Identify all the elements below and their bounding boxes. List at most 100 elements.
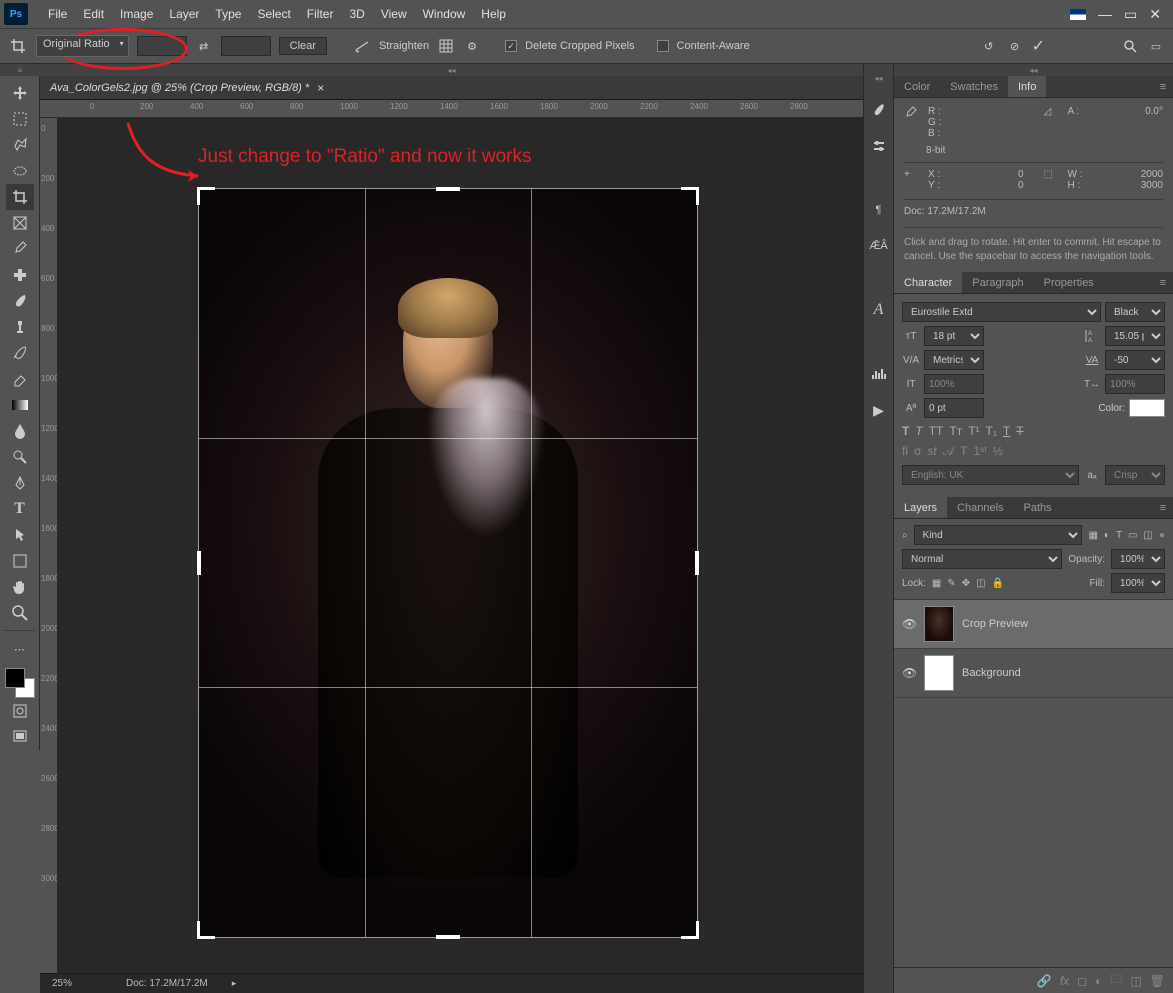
brush-tool[interactable] <box>6 288 34 314</box>
blur-tool[interactable] <box>6 418 34 444</box>
tab-character[interactable]: Character <box>894 272 962 293</box>
filter-shape-icon[interactable]: ▭ <box>1128 530 1137 541</box>
allcaps-button[interactable]: TT <box>929 424 944 438</box>
play-icon[interactable]: ▶ <box>869 400 889 420</box>
leading-input[interactable]: 15.05 pt <box>1105 326 1165 346</box>
lock-pixels-icon[interactable]: ▦ <box>932 578 941 589</box>
visibility-toggle-icon[interactable]: 👁 <box>902 617 916 631</box>
blend-mode-select[interactable]: Normal <box>902 549 1062 569</box>
layer-row[interactable]: 👁 Crop Preview <box>894 600 1173 649</box>
cancel-crop-icon[interactable]: ⊘ <box>1006 37 1024 55</box>
tracking-input[interactable]: -50 <box>1105 350 1165 370</box>
lock-all-icon[interactable]: 🔒 <box>992 578 1004 589</box>
layer-filter-select[interactable]: Kind <box>914 525 1083 545</box>
straighten-label[interactable]: Straighten <box>379 40 429 52</box>
titling-button[interactable]: T <box>960 444 967 459</box>
frame-tool[interactable] <box>6 210 34 236</box>
brushes-panel-icon[interactable] <box>869 100 889 120</box>
fractions-button[interactable]: ½ <box>993 444 1003 459</box>
delete-layer-icon[interactable]: 🗑 <box>1150 974 1165 988</box>
pen-tool[interactable] <box>6 470 34 496</box>
kerning-input[interactable]: Metrics <box>924 350 984 370</box>
reset-crop-icon[interactable]: ↺ <box>980 37 998 55</box>
tab-info[interactable]: Info <box>1008 76 1046 97</box>
antialiasing-select[interactable]: Crisp <box>1105 465 1165 485</box>
text-color-swatch[interactable] <box>1129 399 1165 417</box>
eyedropper-tool[interactable] <box>6 236 34 262</box>
swash-button[interactable]: 𝒜 <box>943 444 954 459</box>
menu-file[interactable]: File <box>40 7 75 21</box>
edit-toolbar-icon[interactable]: ⋯ <box>6 636 34 662</box>
shape-tool[interactable] <box>6 548 34 574</box>
canvas[interactable]: Just change to "Ratio" and now it works <box>58 118 863 973</box>
menu-image[interactable]: Image <box>112 7 161 21</box>
overlay-grid-icon[interactable] <box>437 37 455 55</box>
lock-artboard-icon[interactable]: ◫ <box>976 578 985 589</box>
menu-type[interactable]: Type <box>207 7 249 21</box>
bold-button[interactable]: T <box>902 424 909 438</box>
filter-pixel-icon[interactable]: ▦ <box>1088 530 1097 541</box>
swap-dimensions-icon[interactable]: ⇄ <box>195 37 213 55</box>
tab-properties[interactable]: Properties <box>1034 272 1104 293</box>
paragraph-panel-icon[interactable]: ¶ <box>869 200 889 220</box>
path-select-tool[interactable] <box>6 522 34 548</box>
eraser-tool[interactable] <box>6 366 34 392</box>
zoom-tool[interactable] <box>6 600 34 626</box>
menu-3d[interactable]: 3D <box>341 7 372 21</box>
ordinals-button[interactable]: 1ˢᵗ <box>973 444 986 459</box>
tab-channels[interactable]: Channels <box>947 497 1013 518</box>
filter-type-icon[interactable]: T <box>1116 530 1122 541</box>
visibility-toggle-icon[interactable]: 👁 <box>902 666 916 680</box>
crop-settings-icon[interactable]: ⚙ <box>463 37 481 55</box>
quick-select-tool[interactable] <box>6 158 34 184</box>
status-chevron-icon[interactable]: ▸ <box>232 978 237 989</box>
layer-row[interactable]: 👁 Background <box>894 649 1173 698</box>
layer-thumbnail[interactable] <box>924 655 954 691</box>
new-layer-icon[interactable]: ◫ <box>1130 974 1141 988</box>
search-icon[interactable] <box>1121 37 1139 55</box>
layer-mask-icon[interactable]: ◻ <box>1077 974 1087 988</box>
brush-settings-panel-icon[interactable] <box>869 136 889 156</box>
smallcaps-button[interactable]: Tᴛ <box>949 424 962 438</box>
restore-button[interactable]: ▭ <box>1124 6 1137 23</box>
tab-color[interactable]: Color <box>894 76 940 97</box>
font-size-input[interactable]: 18 pt <box>924 326 984 346</box>
history-brush-tool[interactable] <box>6 340 34 366</box>
commit-crop-icon[interactable]: ✓ <box>1032 36 1045 56</box>
menu-edit[interactable]: Edit <box>75 7 112 21</box>
stamp-tool[interactable] <box>6 314 34 340</box>
delete-cropped-checkbox[interactable]: ✓ <box>505 40 517 52</box>
layer-name[interactable]: Crop Preview <box>962 618 1028 630</box>
close-document-icon[interactable]: × <box>317 81 324 95</box>
panels-grip[interactable]: ◂◂ <box>894 64 1173 76</box>
fg-color-swatch[interactable] <box>5 668 25 688</box>
document-tab[interactable]: Ava_ColorGels2.jpg @ 25% (Crop Preview, … <box>40 76 334 99</box>
underline-button[interactable]: T <box>1003 424 1010 438</box>
stylistic-button[interactable]: st <box>927 444 936 459</box>
vscale-input[interactable] <box>924 374 984 394</box>
adjustment-layer-icon[interactable]: ◐ <box>1095 974 1102 988</box>
font-family-select[interactable]: Eurostile Extd <box>902 302 1101 322</box>
glyphs-panel-icon[interactable]: ǢÂ <box>869 236 889 256</box>
hscale-input[interactable] <box>1105 374 1165 394</box>
histogram-panel-icon[interactable] <box>869 364 889 384</box>
tab-layers[interactable]: Layers <box>894 497 947 518</box>
share-icon[interactable]: ▭ <box>1147 37 1165 55</box>
healing-tool[interactable] <box>6 262 34 288</box>
filter-toggle-icon[interactable]: ● <box>1159 530 1165 541</box>
opacity-input[interactable]: 100% <box>1111 549 1165 569</box>
straighten-icon[interactable] <box>353 37 371 55</box>
layer-thumbnail[interactable] <box>924 606 954 642</box>
layer-name[interactable]: Background <box>962 667 1021 679</box>
minimize-button[interactable]: — <box>1098 6 1112 22</box>
menu-window[interactable]: Window <box>415 7 474 21</box>
close-button[interactable]: ✕ <box>1149 6 1161 23</box>
crop-preset-select[interactable]: Original Ratio ▾ <box>36 35 129 57</box>
clear-button[interactable]: Clear <box>279 37 327 55</box>
menu-filter[interactable]: Filter <box>299 7 342 21</box>
ligature-fi-button[interactable]: fi <box>902 444 908 459</box>
lock-brush-icon[interactable]: ✎ <box>947 578 955 589</box>
fill-input[interactable]: 100% <box>1111 573 1165 593</box>
screen-mode-icon[interactable] <box>6 724 34 750</box>
font-style-select[interactable]: Black <box>1105 302 1165 322</box>
